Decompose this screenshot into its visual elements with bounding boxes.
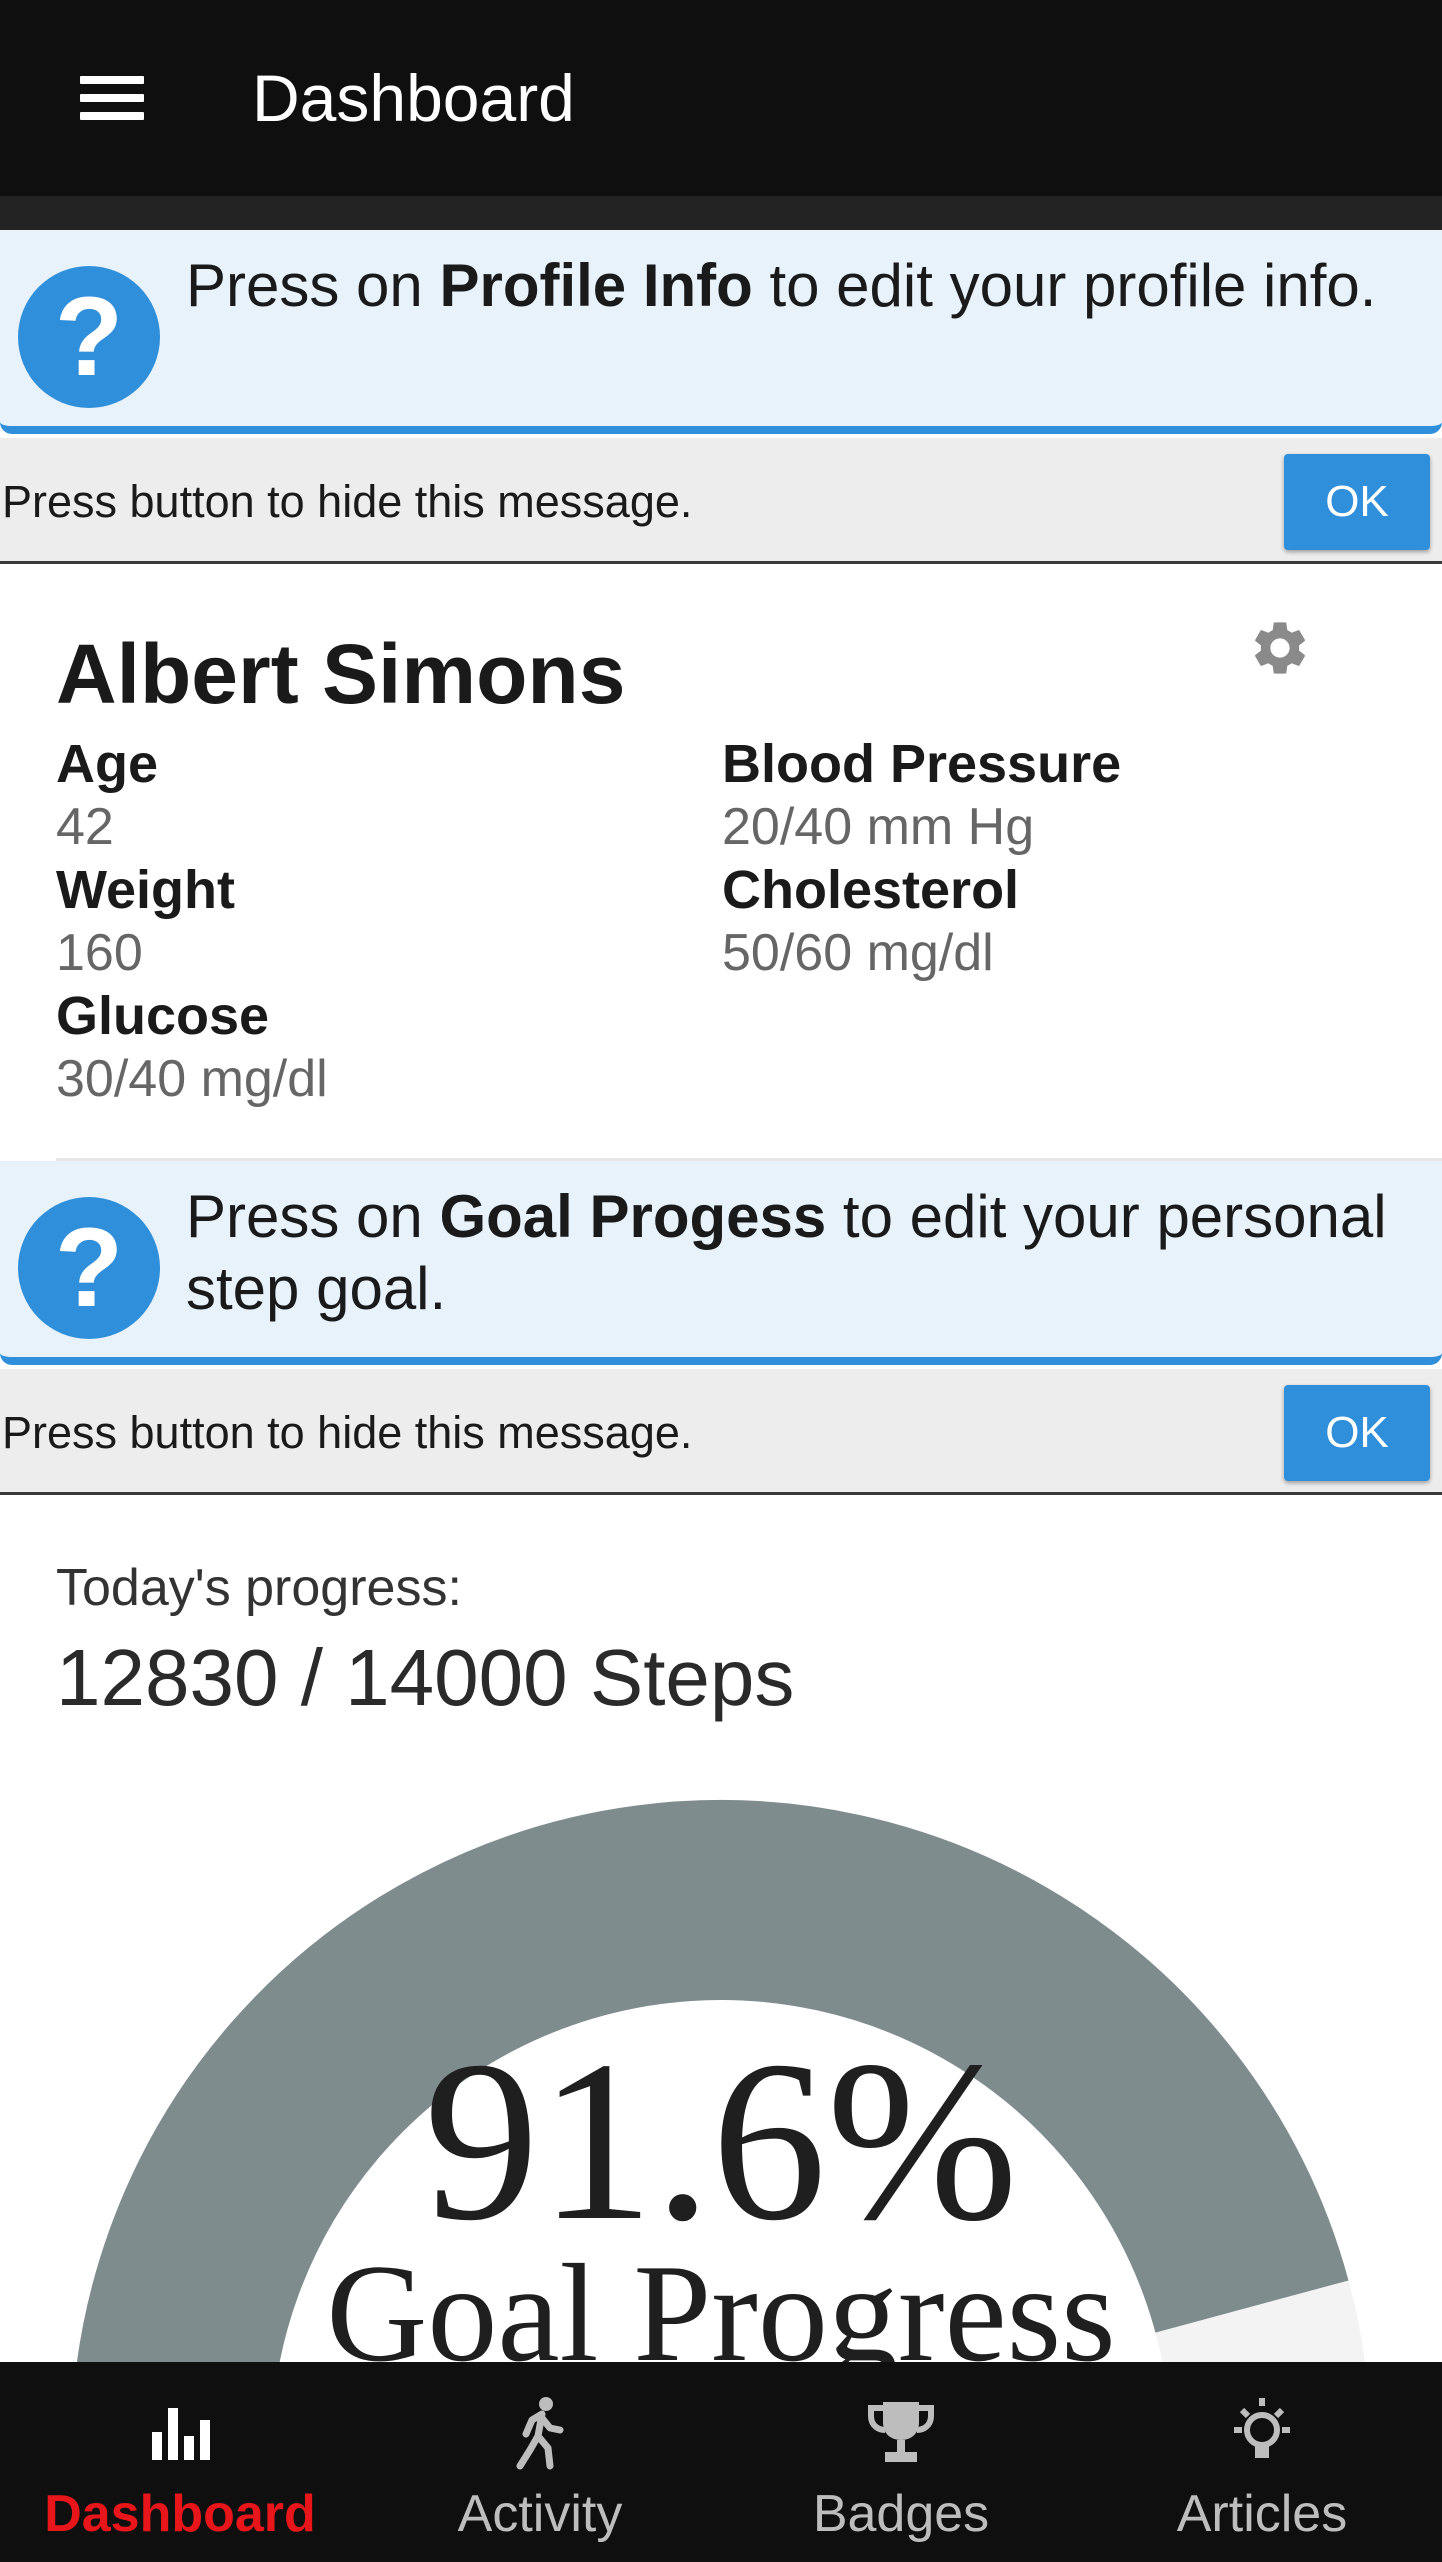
cholesterol-label: Cholesterol	[722, 860, 1020, 920]
glucose-label: Glucose	[56, 986, 270, 1046]
nav-label-articles: Articles	[1176, 2485, 1348, 2543]
walking-icon	[516, 2397, 564, 2470]
nav-articles[interactable]: Articles	[1082, 2362, 1442, 2562]
help-banner-profile: ? Press on Profile Info to edit your pro…	[0, 230, 1442, 434]
blood-pressure-value: 20/40 mm Hg	[722, 798, 1035, 856]
hide-message-bar-profile: Press button to hide this message. OK	[0, 438, 1442, 564]
help-highlight-goal-progress: Goal Progess	[439, 1183, 827, 1250]
help-message-goal: Press on Goal Progess to edit your perso…	[186, 1183, 1387, 1322]
hide-message-text: Press button to hide this message.	[2, 1407, 693, 1458]
help-banner-goal: ? Press on Goal Progess to edit your per…	[0, 1161, 1442, 1365]
ok-button-goal[interactable]: OK	[1284, 1385, 1430, 1481]
glucose-value: 30/40 mg/dl	[56, 1050, 328, 1108]
nav-label-activity: Activity	[457, 2485, 623, 2543]
nav-label-dashboard: Dashboard	[44, 2485, 316, 2543]
nav-dashboard[interactable]: Dashboard	[0, 2362, 360, 2562]
gauge-caption: Goal Progress	[326, 2236, 1115, 2362]
cholesterol-value: 50/60 mg/dl	[722, 924, 994, 982]
lightbulb-icon	[1234, 2398, 1290, 2458]
gauge-percent: 91.6%	[424, 2013, 1018, 2268]
goal-progress-gauge[interactable]: 91.6% Goal Progress	[0, 1700, 1442, 2362]
question-icon: ?	[18, 266, 160, 408]
nav-badges[interactable]: Badges	[721, 2362, 1081, 2562]
weight-label: Weight	[56, 860, 235, 920]
gear-icon[interactable]	[1248, 616, 1312, 680]
help-message-profile: Press on Profile Info to edit your profi…	[186, 252, 1377, 319]
age-value: 42	[56, 798, 114, 856]
profile-name: Albert Simons	[56, 627, 626, 721]
blood-pressure-label: Blood Pressure	[722, 734, 1122, 794]
bottom-navigation: Dashboard Activity Badges Articles	[0, 2362, 1442, 2562]
bar-chart-icon	[152, 2408, 210, 2460]
dashboard-screen: Dashboard ? Press on Profile Info to edi…	[0, 0, 1442, 2562]
app-bar-shadow	[0, 196, 1442, 230]
weight-value: 160	[56, 924, 143, 982]
app-bar: Dashboard	[0, 0, 1442, 196]
hamburger-menu-icon[interactable]	[64, 66, 160, 130]
progress-label: Today's progress:	[56, 1559, 462, 1617]
trophy-icon	[868, 2402, 934, 2462]
page-title: Dashboard	[252, 61, 575, 135]
hide-message-text: Press button to hide this message.	[2, 476, 693, 527]
help-highlight-profile-info: Profile Info	[439, 252, 753, 319]
ok-button-profile[interactable]: OK	[1284, 454, 1430, 550]
age-label: Age	[56, 734, 159, 794]
nav-label-badges: Badges	[812, 2485, 990, 2543]
question-icon: ?	[18, 1197, 160, 1339]
nav-activity[interactable]: Activity	[360, 2362, 720, 2562]
hide-message-bar-goal: Press button to hide this message. OK	[0, 1369, 1442, 1495]
